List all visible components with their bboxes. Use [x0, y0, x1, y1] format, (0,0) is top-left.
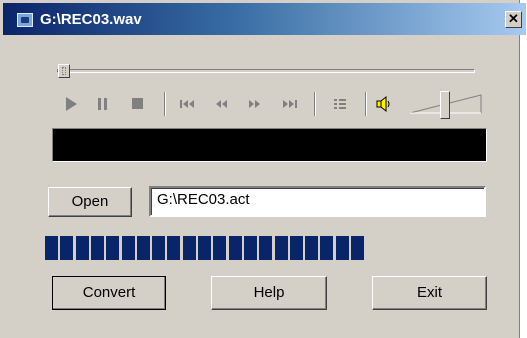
fast-forward-icon — [249, 100, 260, 108]
progress-segment — [320, 236, 334, 260]
playlist-icon — [334, 99, 346, 109]
playlist-button[interactable] — [329, 93, 351, 115]
progress-segment — [90, 236, 104, 260]
app-window: G:\REC03.wav ✕ Open G:\REC03.act Convert… — [0, 0, 526, 338]
progress-segment — [45, 236, 58, 260]
progress-segment — [228, 236, 242, 260]
convert-button[interactable]: Convert — [52, 276, 166, 310]
help-button[interactable]: Help — [211, 276, 327, 310]
separator — [164, 92, 166, 116]
skip-end-icon — [283, 100, 297, 108]
progress-segment — [106, 236, 120, 260]
conversion-progress-bar — [45, 236, 367, 260]
pause-icon — [98, 98, 107, 110]
progress-segment — [121, 236, 135, 260]
skip-start-button[interactable] — [176, 93, 198, 115]
separator — [314, 92, 316, 116]
progress-segment — [305, 236, 319, 260]
close-button[interactable]: ✕ — [505, 11, 522, 28]
status-display — [52, 128, 487, 162]
play-icon — [66, 97, 77, 111]
app-icon — [17, 13, 33, 27]
progress-segment — [152, 236, 166, 260]
pause-button[interactable] — [92, 93, 114, 115]
progress-segment — [182, 236, 196, 260]
window-title: G:\REC03.wav — [40, 11, 142, 28]
progress-segment — [198, 236, 211, 260]
seek-slider-track[interactable] — [57, 69, 475, 73]
progress-segment — [243, 236, 257, 260]
progress-segment — [167, 236, 181, 260]
volume-slider-thumb[interactable] — [440, 91, 450, 119]
progress-segment — [213, 236, 227, 260]
stop-icon — [132, 98, 143, 109]
progress-segment — [60, 236, 74, 260]
skip-start-icon — [180, 100, 194, 108]
rewind-button[interactable] — [210, 93, 232, 115]
progress-segment — [289, 236, 303, 260]
exit-button[interactable]: Exit — [372, 276, 487, 310]
title-bar[interactable]: G:\REC03.wav ✕ — [3, 3, 526, 35]
progress-segment — [136, 236, 150, 260]
separator — [365, 92, 367, 116]
mute-button[interactable] — [373, 93, 395, 115]
rewind-icon — [216, 100, 227, 108]
file-path-input[interactable]: G:\REC03.act — [149, 186, 486, 217]
progress-segment — [75, 236, 89, 260]
fast-forward-button[interactable] — [244, 93, 266, 115]
seek-slider-thumb[interactable] — [58, 64, 70, 78]
play-button[interactable] — [60, 93, 82, 115]
progress-segment — [335, 236, 349, 260]
open-button[interactable]: Open — [48, 187, 132, 217]
progress-segment — [351, 236, 364, 260]
stop-button[interactable] — [127, 93, 149, 115]
progress-segment — [259, 236, 273, 260]
progress-segment — [274, 236, 288, 260]
skip-end-button[interactable] — [279, 93, 301, 115]
speaker-icon — [376, 95, 390, 113]
